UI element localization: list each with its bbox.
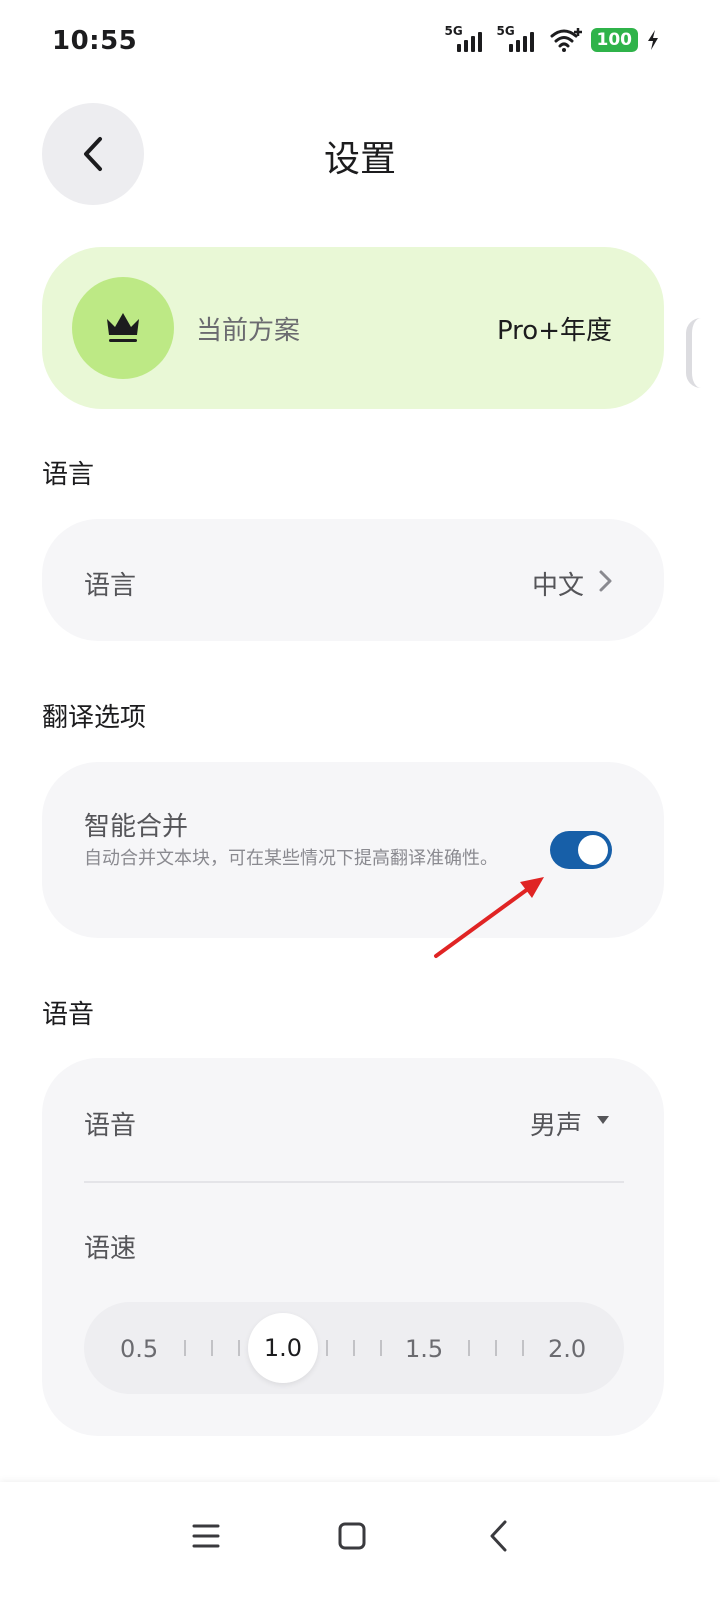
dropdown-caret-icon (597, 1116, 609, 1124)
speed-slider-thumb[interactable]: 1.0 (248, 1313, 318, 1383)
page-title: 设置 (323, 139, 396, 180)
speed-option-0-5[interactable]: 0.5 (120, 1335, 158, 1363)
slider-tick (238, 1340, 240, 1356)
voice-row-label: 语音 (84, 1111, 137, 1141)
slider-tick (522, 1340, 524, 1356)
language-row[interactable]: 语言 中文 (42, 519, 664, 641)
status-time: 10:55 (52, 26, 138, 56)
voice-card: 语音 男声 语速 0.5 1.5 2.0 1.0 (42, 1058, 664, 1436)
battery-indicator: 100 (590, 28, 638, 52)
slider-tick (380, 1340, 382, 1356)
plan-label: 当前方案 (196, 316, 301, 346)
speed-option-1-5[interactable]: 1.5 (405, 1335, 443, 1363)
charging-icon (648, 30, 658, 50)
speed-option-2-0[interactable]: 2.0 (548, 1335, 586, 1363)
cell-signal-icon: 5G (445, 24, 489, 54)
language-row-value: 中文 (531, 571, 584, 601)
menu-icon[interactable] (186, 1516, 226, 1556)
speed-label: 语速 (84, 1234, 137, 1264)
language-row-label: 语言 (84, 571, 137, 601)
slider-tick (184, 1340, 186, 1356)
current-plan-card[interactable]: 当前方案 Pro+年度 (42, 247, 664, 409)
smart-merge-row: 智能合并 自动合并文本块，可在某些情况下提高翻译准确性。 (42, 762, 664, 938)
section-title-language: 语言 (42, 460, 95, 490)
divider (84, 1181, 624, 1183)
slider-tick (468, 1340, 470, 1356)
crown-badge (72, 277, 174, 379)
section-title-translation: 翻译选项 (42, 703, 147, 733)
cell-signal-icon-2: 5G (497, 24, 541, 54)
voice-row-value: 男声 (529, 1111, 582, 1141)
annotation-arrow-icon (434, 877, 544, 958)
slider-tick (326, 1340, 328, 1356)
status-icons: 5G 5G 100 (445, 24, 661, 54)
home-square-icon[interactable] (332, 1516, 372, 1556)
section-title-voice: 语音 (42, 1000, 95, 1030)
back-icon[interactable] (480, 1516, 520, 1556)
plan-value: Pro+年度 (496, 316, 612, 346)
speed-slider[interactable]: 0.5 1.5 2.0 1.0 (84, 1302, 624, 1394)
slider-tick (353, 1340, 355, 1356)
slider-tick (211, 1340, 213, 1356)
wifi-icon (550, 28, 582, 52)
edge-handle[interactable] (686, 318, 716, 388)
crown-icon (107, 313, 139, 342)
slider-tick (495, 1340, 497, 1356)
chevron-right-icon (599, 570, 612, 592)
voice-row[interactable]: 语音 男声 (42, 1058, 664, 1182)
system-nav-bar (0, 1482, 720, 1600)
smart-merge-label: 智能合并 (84, 812, 189, 842)
toggle-knob (578, 835, 608, 865)
